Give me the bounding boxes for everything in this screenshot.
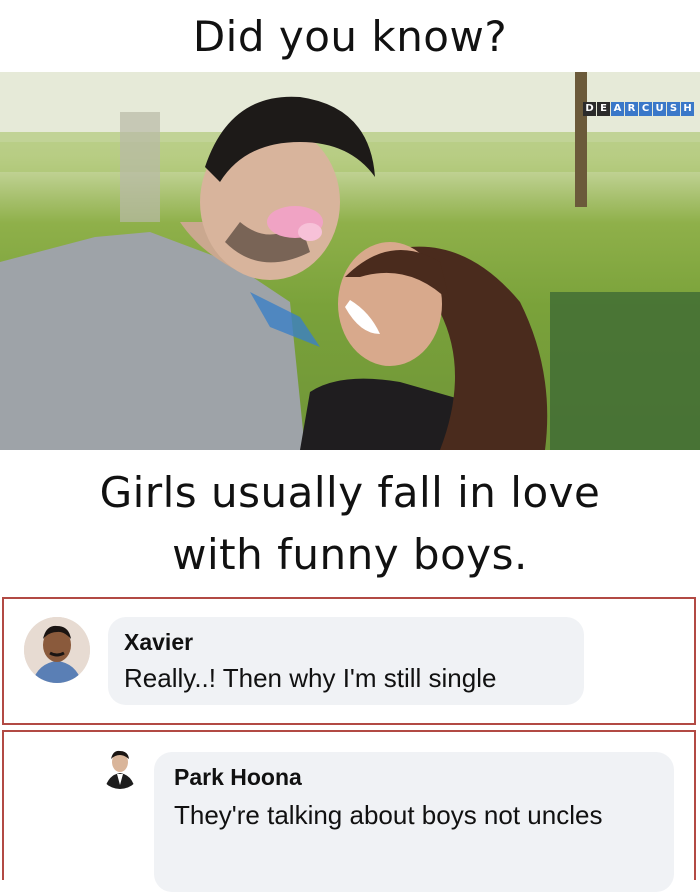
watermark-letter: C <box>639 102 652 116</box>
watermark-letter: A <box>611 102 624 116</box>
photo-illustration <box>0 72 700 450</box>
watermark-letter: E <box>597 102 610 116</box>
caption-line-2: with funny boys. <box>172 530 528 579</box>
watermark-letter: H <box>681 102 694 116</box>
avatar[interactable] <box>24 617 90 683</box>
watermark-letter: R <box>625 102 638 116</box>
dearcush-watermark-logo: D E A R C U S H <box>583 102 694 116</box>
watermark-letter: U <box>653 102 666 116</box>
caption-line-1: Girls usually fall in love <box>99 468 601 517</box>
watermark-letter: S <box>667 102 680 116</box>
comment-author[interactable]: Park Hoona <box>174 764 302 791</box>
avatar[interactable] <box>99 747 141 789</box>
comment-bubble: Park Hoona They're talking about boys no… <box>154 752 674 892</box>
comment-text: Really..! Then why I'm still single <box>124 663 497 693</box>
comment-card: Xavier Really..! Then why I'm still sing… <box>2 597 696 725</box>
meme-headline: Did you know? <box>192 11 508 61</box>
comment-text: They're talking about boys not uncles <box>174 800 603 830</box>
meme-caption: Girls usually fall in love with funny bo… <box>0 450 700 598</box>
comment-card: Park Hoona They're talking about boys no… <box>2 730 696 892</box>
comment-bubble: Xavier Really..! Then why I'm still sing… <box>108 617 584 705</box>
user-avatar-icon <box>24 617 90 683</box>
user-avatar-icon <box>99 747 141 789</box>
comment-author[interactable]: Xavier <box>124 629 193 656</box>
couple-photo <box>0 72 700 450</box>
watermark-letter: D <box>583 102 596 116</box>
